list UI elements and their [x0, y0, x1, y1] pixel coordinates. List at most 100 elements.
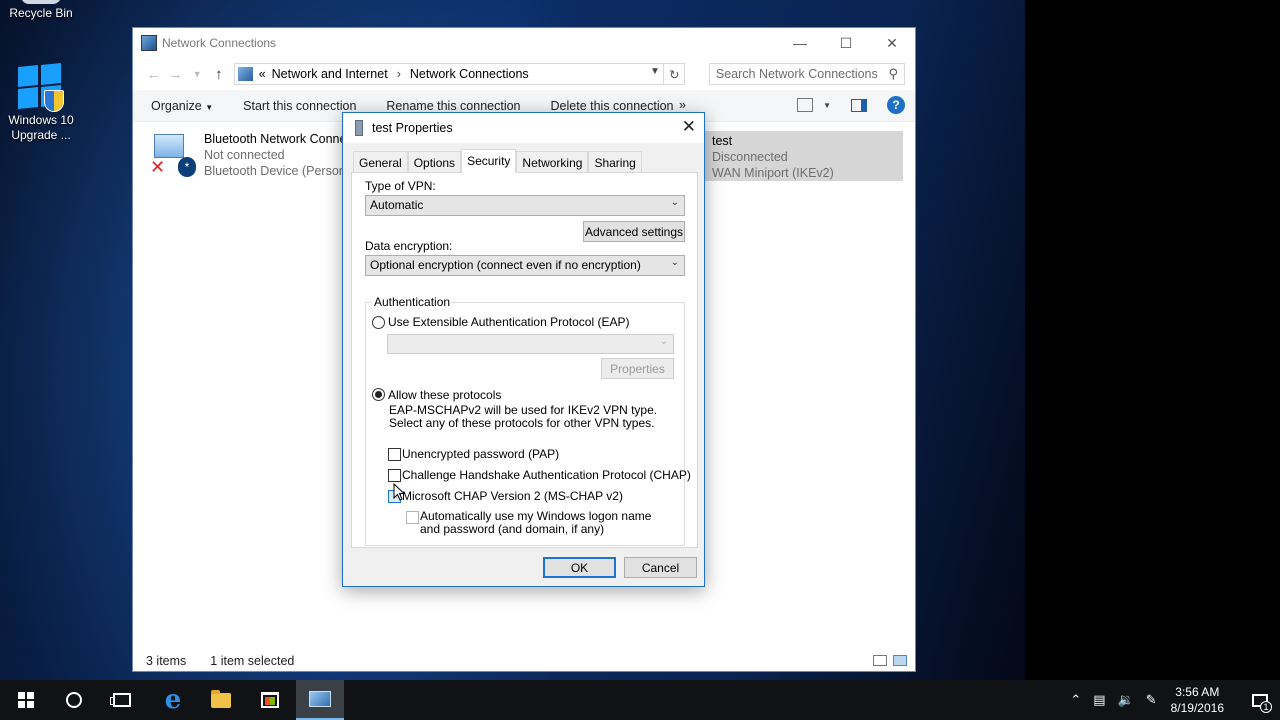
pen-icon[interactable]: ✎ [1146, 692, 1157, 708]
organize-button[interactable]: Organize ▼ [151, 99, 213, 113]
up-arrow-icon[interactable]: ↑ [208, 66, 230, 83]
back-arrow-icon[interactable]: ← [143, 66, 165, 83]
tab-security[interactable]: Security [461, 149, 517, 173]
chap-checkbox[interactable] [388, 469, 401, 482]
search-placeholder: Search Network Connections [715, 67, 878, 81]
vpn-type-select[interactable]: Automatic ⌄ [365, 195, 685, 216]
data-encryption-select[interactable]: Optional encryption (connect even if no … [365, 255, 685, 276]
network-connections-icon [141, 35, 157, 51]
details-view-icon[interactable] [873, 655, 887, 666]
mouse-cursor-icon [393, 483, 405, 501]
tab-networking[interactable]: Networking [516, 151, 589, 172]
edge-taskbar-button[interactable]: e [149, 680, 197, 720]
item-count: 3 items [146, 654, 187, 668]
eap-radio[interactable] [372, 316, 385, 329]
recent-locations-chevron-icon[interactable]: ▼ [186, 69, 208, 79]
clock[interactable]: 3:56 AM 8/19/2016 [1171, 684, 1224, 716]
network-connections-taskbar-button[interactable] [296, 680, 344, 720]
connection-device: WAN Miniport (IKEv2) [712, 166, 834, 180]
connection-status: Not connected [204, 148, 285, 162]
mschapv2-label[interactable]: Microsoft CHAP Version 2 (MS-CHAP v2) [402, 489, 623, 503]
auto-logon-checkbox [406, 511, 419, 524]
delete-connection-button[interactable]: Delete this connection [551, 99, 674, 113]
data-encryption-value: Optional encryption (connect even if no … [370, 258, 641, 272]
forward-arrow-icon[interactable]: → [165, 66, 187, 83]
clock-time: 3:56 AM [1175, 685, 1220, 699]
show-hidden-icons-chevron-icon[interactable]: ⌃ [1070, 692, 1081, 708]
file-explorer-taskbar-button[interactable] [197, 680, 245, 720]
auto-logon-label: Automatically use my Windows logon name … [420, 509, 652, 536]
connection-bluetooth[interactable]: ✕ * Bluetooth Network Conne Not connected… [150, 131, 353, 179]
eap-option-label[interactable]: Use Extensible Authentication Protocol (… [388, 315, 629, 329]
connection-test[interactable]: test Disconnected WAN Miniport (IKEv2) [704, 131, 903, 181]
folder-icon [211, 689, 231, 708]
recycle-bin-shortcut[interactable]: Recycle Bin [0, 0, 82, 21]
connection-name: test [712, 134, 733, 148]
network-icon[interactable]: ▤ [1093, 692, 1105, 708]
close-button[interactable]: ✕ [869, 28, 915, 58]
pap-label[interactable]: Unencrypted password (PAP) [402, 447, 559, 461]
task-view-icon [110, 693, 131, 707]
chap-label[interactable]: Challenge Handshake Authentication Proto… [402, 468, 691, 482]
breadcrumb-separator-icon[interactable]: › [397, 67, 401, 81]
change-view-icon[interactable] [797, 98, 814, 112]
breadcrumb-network-and-internet[interactable]: Network and Internet [272, 67, 388, 81]
pap-checkbox[interactable] [388, 448, 401, 461]
preview-pane-icon[interactable] [851, 98, 867, 112]
volume-icon[interactable]: 🔉 [1118, 692, 1134, 708]
dialog-title-bar[interactable]: test Properties ✕ [343, 113, 704, 143]
connection-name: Bluetooth Network Conne [204, 132, 347, 146]
recycle-bin-label: Recycle Bin [9, 6, 73, 20]
edge-icon: e [164, 685, 182, 715]
address-bar[interactable]: « Network and Internet › Network Connect… [233, 63, 685, 85]
address-dropdown-icon[interactable]: ▼ [650, 66, 660, 77]
window-title: Network Connections [162, 36, 277, 50]
chevron-down-icon: ⌄ [670, 257, 679, 268]
eap-properties-button: Properties [601, 358, 674, 379]
windows-10-upgrade-shortcut[interactable]: Windows 10 Upgrade ... [0, 62, 82, 143]
network-connections-taskbar-icon [309, 691, 331, 707]
authentication-legend: Authentication [372, 295, 453, 309]
search-icon[interactable]: ⚲ [888, 66, 898, 82]
taskbar: e ⌃ ▤ 🔉 ✎ 3:56 AM 8/19/2016 1 [0, 680, 1280, 720]
allow-protocols-label[interactable]: Allow these protocols [388, 388, 501, 402]
refresh-icon[interactable]: ↻ [662, 63, 685, 85]
tiles-view-icon[interactable] [893, 655, 907, 666]
maximize-button[interactable]: ☐ [823, 28, 869, 58]
minimize-button[interactable]: — [777, 28, 823, 58]
dialog-close-icon[interactable]: ✕ [682, 117, 696, 137]
search-button[interactable] [50, 680, 98, 720]
control-panel-icon [237, 67, 253, 81]
breadcrumb-overflow[interactable]: « [259, 67, 266, 81]
start-button[interactable] [2, 680, 50, 720]
tab-general[interactable]: General [353, 151, 408, 172]
advanced-settings-button[interactable]: Advanced settings [583, 221, 685, 242]
data-encryption-label: Data encryption: [365, 239, 453, 253]
vpn-type-label: Type of VPN: [365, 179, 436, 193]
breadcrumb-network-connections[interactable]: Network Connections [410, 67, 529, 81]
search-input[interactable]: Search Network Connections ⚲ [708, 63, 905, 85]
more-commands-button[interactable]: » [679, 98, 686, 112]
chevron-down-icon: ⌄ [659, 336, 668, 347]
cancel-button[interactable]: Cancel [624, 557, 697, 578]
windows-10-upgrade-label: Windows 10 Upgrade ... [8, 113, 74, 142]
view-options-chevron-icon[interactable]: ▼ [823, 101, 831, 110]
start-connection-button[interactable]: Start this connection [243, 99, 356, 113]
help-icon[interactable]: ? [887, 96, 905, 114]
windows-start-icon [18, 692, 34, 708]
chevron-down-icon: ⌄ [670, 197, 679, 208]
tab-options[interactable]: Options [407, 151, 462, 172]
selection-count: 1 item selected [210, 654, 295, 668]
tab-sharing[interactable]: Sharing [588, 151, 642, 172]
bluetooth-network-icon: ✕ * [150, 131, 196, 179]
task-view-button[interactable] [98, 680, 146, 720]
ok-button[interactable]: OK [543, 557, 616, 578]
vpn-connection-icon [355, 120, 363, 136]
windows-logo-icon [18, 62, 64, 112]
allow-protocols-radio[interactable] [372, 388, 385, 401]
action-center-button[interactable]: 1 [1240, 680, 1280, 720]
status-bar: 3 items 1 item selected [146, 654, 294, 668]
test-properties-dialog: test Properties ✕ General Options Securi… [342, 112, 705, 587]
store-taskbar-button[interactable] [246, 680, 294, 720]
rename-connection-button[interactable]: Rename this connection [386, 99, 520, 113]
